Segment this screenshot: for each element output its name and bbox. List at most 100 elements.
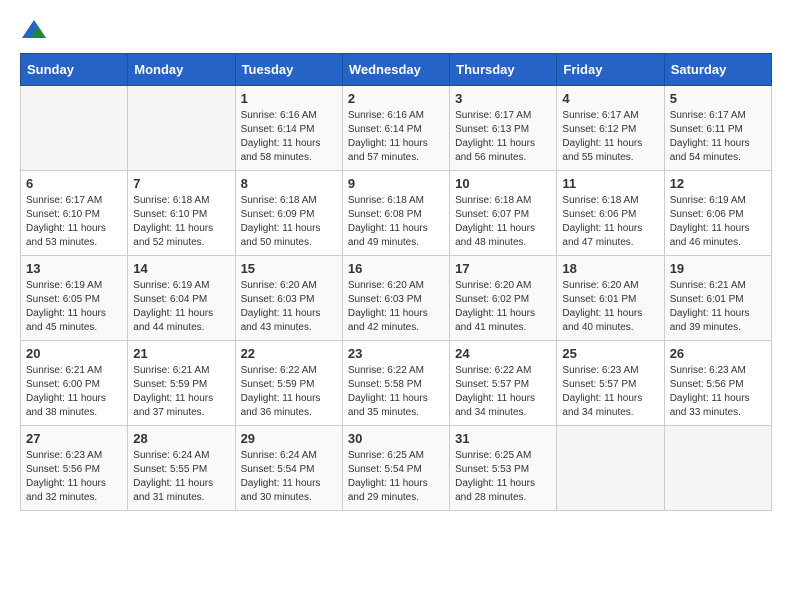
- day-info: Sunrise: 6:17 AMSunset: 6:11 PMDaylight:…: [670, 109, 766, 165]
- day-info: Sunrise: 6:23 AMSunset: 5:56 PMDaylight:…: [26, 449, 122, 505]
- day-info: Sunrise: 6:25 AMSunset: 5:53 PMDaylight:…: [455, 449, 551, 505]
- day-number: 7: [133, 176, 229, 191]
- day-info: Sunrise: 6:16 AMSunset: 6:14 PMDaylight:…: [241, 109, 337, 165]
- day-info: Sunrise: 6:20 AMSunset: 6:03 PMDaylight:…: [241, 279, 337, 335]
- calendar-cell: 17 Sunrise: 6:20 AMSunset: 6:02 PMDayligh…: [450, 256, 557, 341]
- calendar-cell: 26 Sunrise: 6:23 AMSunset: 5:56 PMDayligh…: [664, 341, 771, 426]
- day-number: 3: [455, 91, 551, 106]
- day-info: Sunrise: 6:23 AMSunset: 5:56 PMDaylight:…: [670, 364, 766, 420]
- day-info: Sunrise: 6:21 AMSunset: 6:00 PMDaylight:…: [26, 364, 122, 420]
- calendar-cell: 12 Sunrise: 6:19 AMSunset: 6:06 PMDayligh…: [664, 171, 771, 256]
- calendar-body: 1 Sunrise: 6:16 AMSunset: 6:14 PMDaylight…: [21, 86, 772, 511]
- day-info: Sunrise: 6:18 AMSunset: 6:06 PMDaylight:…: [562, 194, 658, 250]
- calendar-cell: 1 Sunrise: 6:16 AMSunset: 6:14 PMDaylight…: [235, 86, 342, 171]
- day-info: Sunrise: 6:17 AMSunset: 6:12 PMDaylight:…: [562, 109, 658, 165]
- weekday-friday: Friday: [557, 54, 664, 86]
- day-number: 23: [348, 346, 444, 361]
- page-header: [20, 20, 772, 43]
- calendar-cell: 4 Sunrise: 6:17 AMSunset: 6:12 PMDaylight…: [557, 86, 664, 171]
- calendar-cell: 18 Sunrise: 6:20 AMSunset: 6:01 PMDayligh…: [557, 256, 664, 341]
- day-number: 2: [348, 91, 444, 106]
- day-info: Sunrise: 6:21 AMSunset: 6:01 PMDaylight:…: [670, 279, 766, 335]
- calendar-cell: 15 Sunrise: 6:20 AMSunset: 6:03 PMDayligh…: [235, 256, 342, 341]
- weekday-wednesday: Wednesday: [342, 54, 449, 86]
- day-number: 5: [670, 91, 766, 106]
- day-number: 26: [670, 346, 766, 361]
- day-number: 10: [455, 176, 551, 191]
- calendar-cell: 28Sunrise: 6:24 AMSunset: 5:55 PMDayligh…: [128, 426, 235, 511]
- calendar-cell: 6Sunrise: 6:17 AMSunset: 6:10 PMDaylight…: [21, 171, 128, 256]
- day-info: Sunrise: 6:18 AMSunset: 6:10 PMDaylight:…: [133, 194, 229, 250]
- calendar-cell: 20Sunrise: 6:21 AMSunset: 6:00 PMDayligh…: [21, 341, 128, 426]
- day-info: Sunrise: 6:24 AMSunset: 5:54 PMDaylight:…: [241, 449, 337, 505]
- weekday-thursday: Thursday: [450, 54, 557, 86]
- day-info: Sunrise: 6:16 AMSunset: 6:14 PMDaylight:…: [348, 109, 444, 165]
- weekday-monday: Monday: [128, 54, 235, 86]
- calendar-header: SundayMondayTuesdayWednesdayThursdayFrid…: [21, 54, 772, 86]
- day-info: Sunrise: 6:18 AMSunset: 6:07 PMDaylight:…: [455, 194, 551, 250]
- calendar-cell: [557, 426, 664, 511]
- calendar-cell: 2 Sunrise: 6:16 AMSunset: 6:14 PMDaylight…: [342, 86, 449, 171]
- logo: [20, 20, 48, 43]
- day-number: 29: [241, 431, 337, 446]
- calendar-week-4: 20Sunrise: 6:21 AMSunset: 6:00 PMDayligh…: [21, 341, 772, 426]
- calendar-cell: 10 Sunrise: 6:18 AMSunset: 6:07 PMDayligh…: [450, 171, 557, 256]
- day-info: Sunrise: 6:22 AMSunset: 5:58 PMDaylight:…: [348, 364, 444, 420]
- day-number: 14: [133, 261, 229, 276]
- day-number: 27: [26, 431, 122, 446]
- day-number: 22: [241, 346, 337, 361]
- calendar-cell: 16Sunrise: 6:20 AMSunset: 6:03 PMDayligh…: [342, 256, 449, 341]
- day-number: 4: [562, 91, 658, 106]
- day-number: 15: [241, 261, 337, 276]
- calendar-cell: 24Sunrise: 6:22 AMSunset: 5:57 PMDayligh…: [450, 341, 557, 426]
- day-info: Sunrise: 6:20 AMSunset: 6:02 PMDaylight:…: [455, 279, 551, 335]
- calendar-cell: 29 Sunrise: 6:24 AMSunset: 5:54 PMDayligh…: [235, 426, 342, 511]
- day-info: Sunrise: 6:22 AMSunset: 5:59 PMDaylight:…: [241, 364, 337, 420]
- day-info: Sunrise: 6:17 AMSunset: 6:13 PMDaylight:…: [455, 109, 551, 165]
- day-number: 18: [562, 261, 658, 276]
- day-info: Sunrise: 6:18 AMSunset: 6:09 PMDaylight:…: [241, 194, 337, 250]
- calendar-cell: 5 Sunrise: 6:17 AMSunset: 6:11 PMDaylight…: [664, 86, 771, 171]
- calendar-cell: 25 Sunrise: 6:23 AMSunset: 5:57 PMDayligh…: [557, 341, 664, 426]
- day-number: 31: [455, 431, 551, 446]
- day-info: Sunrise: 6:23 AMSunset: 5:57 PMDaylight:…: [562, 364, 658, 420]
- calendar-cell: 9Sunrise: 6:18 AMSunset: 6:08 PMDaylight…: [342, 171, 449, 256]
- day-info: Sunrise: 6:19 AMSunset: 6:04 PMDaylight:…: [133, 279, 229, 335]
- calendar-cell: 7 Sunrise: 6:18 AMSunset: 6:10 PMDaylight…: [128, 171, 235, 256]
- day-info: Sunrise: 6:17 AMSunset: 6:10 PMDaylight:…: [26, 194, 122, 250]
- calendar-cell: 13 Sunrise: 6:19 AMSunset: 6:05 PMDayligh…: [21, 256, 128, 341]
- day-number: 1: [241, 91, 337, 106]
- day-info: Sunrise: 6:24 AMSunset: 5:55 PMDaylight:…: [133, 449, 229, 505]
- day-number: 25: [562, 346, 658, 361]
- day-info: Sunrise: 6:18 AMSunset: 6:08 PMDaylight:…: [348, 194, 444, 250]
- day-info: Sunrise: 6:20 AMSunset: 6:01 PMDaylight:…: [562, 279, 658, 335]
- calendar-cell: [664, 426, 771, 511]
- day-info: Sunrise: 6:19 AMSunset: 6:05 PMDaylight:…: [26, 279, 122, 335]
- calendar-cell: 30Sunrise: 6:25 AMSunset: 5:54 PMDayligh…: [342, 426, 449, 511]
- day-info: Sunrise: 6:19 AMSunset: 6:06 PMDaylight:…: [670, 194, 766, 250]
- calendar: SundayMondayTuesdayWednesdayThursdayFrid…: [20, 53, 772, 511]
- day-number: 12: [670, 176, 766, 191]
- day-number: 16: [348, 261, 444, 276]
- calendar-cell: 31 Sunrise: 6:25 AMSunset: 5:53 PMDayligh…: [450, 426, 557, 511]
- calendar-cell: 8 Sunrise: 6:18 AMSunset: 6:09 PMDaylight…: [235, 171, 342, 256]
- calendar-cell: 11Sunrise: 6:18 AMSunset: 6:06 PMDayligh…: [557, 171, 664, 256]
- day-number: 8: [241, 176, 337, 191]
- calendar-week-5: 27 Sunrise: 6:23 AMSunset: 5:56 PMDayligh…: [21, 426, 772, 511]
- weekday-tuesday: Tuesday: [235, 54, 342, 86]
- calendar-cell: 3 Sunrise: 6:17 AMSunset: 6:13 PMDaylight…: [450, 86, 557, 171]
- weekday-sunday: Sunday: [21, 54, 128, 86]
- calendar-cell: 23 Sunrise: 6:22 AMSunset: 5:58 PMDayligh…: [342, 341, 449, 426]
- day-number: 19: [670, 261, 766, 276]
- day-number: 30: [348, 431, 444, 446]
- calendar-cell: [128, 86, 235, 171]
- day-info: Sunrise: 6:22 AMSunset: 5:57 PMDaylight:…: [455, 364, 551, 420]
- day-number: 17: [455, 261, 551, 276]
- weekday-header-row: SundayMondayTuesdayWednesdayThursdayFrid…: [21, 54, 772, 86]
- day-number: 13: [26, 261, 122, 276]
- weekday-saturday: Saturday: [664, 54, 771, 86]
- calendar-week-3: 13 Sunrise: 6:19 AMSunset: 6:05 PMDayligh…: [21, 256, 772, 341]
- calendar-week-1: 1 Sunrise: 6:16 AMSunset: 6:14 PMDaylight…: [21, 86, 772, 171]
- calendar-week-2: 6Sunrise: 6:17 AMSunset: 6:10 PMDaylight…: [21, 171, 772, 256]
- calendar-cell: 19 Sunrise: 6:21 AMSunset: 6:01 PMDayligh…: [664, 256, 771, 341]
